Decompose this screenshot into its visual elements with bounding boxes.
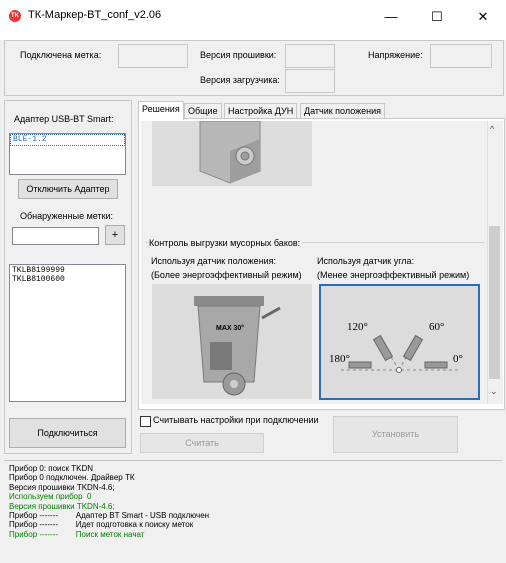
app-icon: TK — [9, 10, 21, 22]
connected-tag-label: Подключена метка: — [20, 50, 102, 60]
log-line: Прибор 0: поиск TKDN — [9, 464, 94, 473]
firmware-label: Версия прошивки: — [200, 50, 277, 60]
adapter-label: Адаптер USB-BT Smart: — [14, 114, 114, 124]
found-tags-label: Обнаруженные метки: — [20, 211, 114, 221]
angle-diagram-icon: 120° 60° 180° 0° — [329, 321, 463, 373]
tab-position-sensor[interactable]: Датчик положения — [300, 103, 386, 119]
log-line: Версия прошивки TKDN-4.6; — [9, 501, 115, 511]
window-title: ТК-Маркер-BT_conf_v2.06 — [28, 9, 162, 21]
angle-180-label: 180° — [329, 353, 350, 365]
minimize-button[interactable]: — — [368, 0, 414, 34]
read-button[interactable]: Считать — [140, 433, 264, 453]
close-button[interactable]: ✕ — [460, 0, 506, 34]
device-image — [152, 120, 312, 186]
angle-120-label: 120° — [347, 321, 368, 333]
firmware-field — [285, 44, 335, 68]
adapter-list-item[interactable]: BLE-1.2 — [10, 134, 125, 146]
disconnect-adapter-button[interactable]: Отключить Адаптер — [18, 179, 118, 199]
tag-list-item[interactable]: TKLB8100600 — [12, 275, 123, 284]
tab-general[interactable]: Общие — [184, 103, 222, 119]
connected-tag-field — [118, 44, 188, 68]
found-tags-list[interactable]: TKLB8199999 TKLB8100600 — [9, 264, 126, 402]
device-info-panel — [4, 40, 504, 96]
log-line: Прибор ------- Идет подготовка к поиску … — [9, 520, 194, 530]
log-line: Версия прошивки TKDN-4.6; — [9, 482, 115, 492]
trash-bin-icon: MAX 30° — [194, 296, 281, 396]
position-sensor-option: Используя датчик положения: — [151, 256, 277, 266]
read-on-connect-label[interactable]: Считывать настройки при подключении — [153, 415, 319, 425]
log-separator — [4, 460, 502, 461]
scroll-down-icon[interactable]: ⌄ — [490, 386, 498, 397]
angle-60-label: 60° — [429, 321, 444, 333]
tab-dun-settings[interactable]: Настройка ДУН — [224, 103, 298, 119]
angle-sensor-note: (Менее энергоэффективный режим) — [317, 270, 470, 280]
bin-max-label: MAX 30° — [216, 324, 244, 332]
angle-sensor-option-image[interactable]: 120° 60° 180° 0° — [319, 284, 480, 400]
log-line: Прибор ------- Адаптер BT Smart - USB по… — [9, 511, 210, 520]
connect-button[interactable]: Подключиться — [9, 418, 126, 448]
tag-list-item[interactable]: TKLB8199999 — [12, 266, 123, 275]
position-sensor-option-image[interactable]: MAX 30° — [152, 284, 312, 399]
maximize-button[interactable]: ☐ — [414, 0, 460, 34]
voltage-field — [430, 44, 492, 68]
position-sensor-note: (Более энергоэффективный режим) — [151, 270, 302, 280]
read-on-connect-checkbox[interactable] — [140, 416, 151, 427]
scrollbar-thumb[interactable] — [489, 226, 500, 379]
log-line: Используем прибор 0 — [9, 492, 92, 502]
voltage-label: Напряжение: — [368, 50, 423, 60]
tag-filter-input[interactable] — [12, 227, 99, 245]
log-line: Прибор ------- Поиск меток начат — [9, 529, 145, 539]
scroll-up-icon[interactable]: ^ — [490, 124, 494, 134]
bootloader-label: Версия загрузчика: — [200, 75, 280, 85]
bootloader-field — [285, 69, 335, 93]
tab-solutions[interactable]: Решения — [138, 101, 184, 120]
angle-sensor-option: Используя датчик угла: — [317, 256, 415, 266]
bin-unloading-group-title: Контроль выгрузки мусорных баков: — [149, 238, 304, 248]
log-line: Прибор 0 подключен. Драйвер ТК — [9, 473, 135, 483]
adapter-list[interactable]: BLE-1.2 — [9, 133, 126, 175]
add-tag-button[interactable]: + — [105, 225, 125, 245]
install-button[interactable]: Установить — [333, 416, 458, 453]
box-gear-icon — [199, 120, 261, 184]
angle-0-label: 0° — [453, 353, 463, 365]
